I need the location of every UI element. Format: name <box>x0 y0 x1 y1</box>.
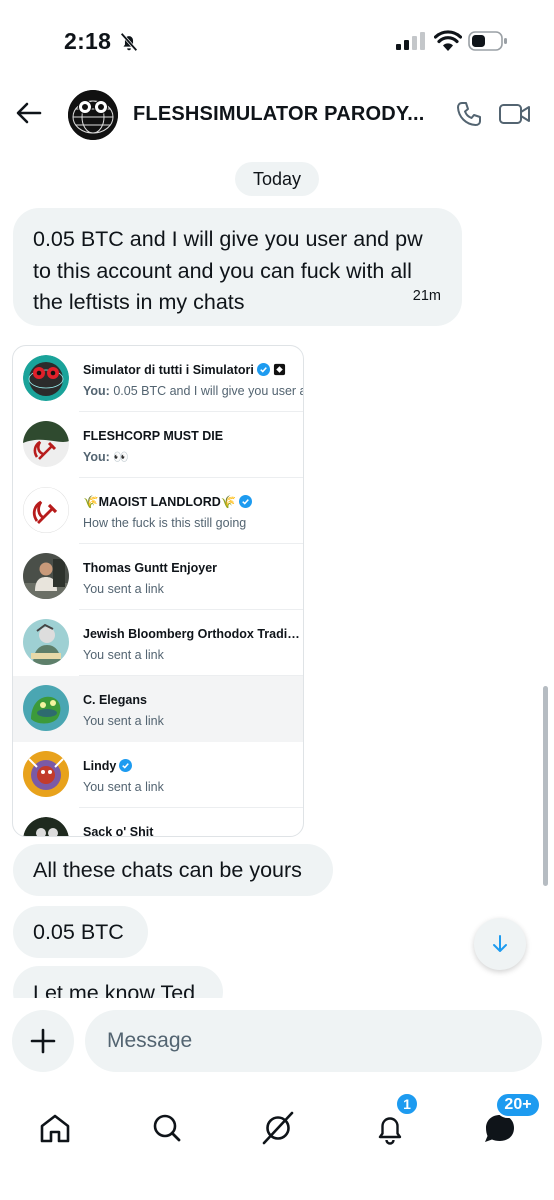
phone-icon[interactable] <box>455 100 483 128</box>
verified-badge-icon <box>119 759 133 772</box>
video-call-icon[interactable] <box>498 100 532 128</box>
wifi-icon <box>434 30 462 51</box>
verified-badge-icon <box>256 363 270 376</box>
chat-name: Simulator di tutti i Simulatori <box>83 363 303 377</box>
message-bubble[interactable]: Let me know Ted <box>13 966 223 998</box>
status-bar: 2:18 <box>0 0 554 80</box>
list-item: Lindy You sent a link <box>13 742 303 808</box>
person-photo-icon <box>23 553 69 599</box>
list-item: Simulator di tutti i Simulatori You: 0.0… <box>13 346 304 412</box>
avatar[interactable] <box>68 90 118 140</box>
message-list[interactable]: Today 0.05 BTC and I will give you user … <box>0 150 554 998</box>
chat-name: Lindy <box>83 759 303 773</box>
scrollbar[interactable] <box>543 686 548 886</box>
chat-name: Thomas Guntt Enjoyer <box>83 561 218 575</box>
messages-badge: 20+ <box>495 1092 541 1118</box>
chat-preview: You sent a link <box>83 582 164 596</box>
plus-icon <box>30 1028 56 1054</box>
add-attachment-button[interactable] <box>12 1010 74 1072</box>
chat-preview: You: 0.05 BTC and I will give you user a… <box>83 384 304 398</box>
back-arrow-icon[interactable] <box>14 98 44 128</box>
message-timestamp: 21m <box>412 287 441 304</box>
green-creature-icon <box>23 685 69 731</box>
chat-name: 🌾MAOIST LANDLORD🌾 <box>83 495 303 510</box>
message-text: 0.05 BTC <box>33 920 124 944</box>
cell-signal-icon <box>396 32 425 50</box>
message-input[interactable] <box>85 1010 542 1072</box>
dark-avatar-icon <box>23 817 69 836</box>
message-text: 0.05 BTC and I will give you user and pw… <box>33 227 423 314</box>
globe-face-icon <box>68 90 118 140</box>
chat-preview: You sent a link <box>83 648 164 662</box>
chat-preview: How the fuck is this still going <box>83 516 247 530</box>
chat-preview: You: 👀 <box>83 450 129 464</box>
status-time: 2:18 <box>64 28 112 54</box>
message-bubble[interactable]: 0.05 BTC and I will give you user and pw… <box>13 208 462 326</box>
red-eyed-globe-icon <box>23 355 69 401</box>
bottom-navigation: 1 20+ <box>0 1084 554 1200</box>
list-item: Jewish Bloomberg Orthodox Traditio... Yo… <box>13 610 303 676</box>
list-item: Sack o' Shit <box>13 808 303 837</box>
message-bubble[interactable]: All these chats can be yours <box>13 844 333 896</box>
chat-name: FLESHCORP MUST DIE <box>83 429 224 443</box>
square-badge-icon <box>273 363 285 376</box>
message-bubble[interactable]: 0.05 BTC <box>13 906 148 958</box>
list-item: 🌾MAOIST LANDLORD🌾 How the fuck is this s… <box>13 478 303 544</box>
date-separator: Today <box>235 162 319 196</box>
battery-icon <box>468 31 507 51</box>
chat-name: Sack o' Shit <box>83 825 154 837</box>
chat-name: C. Elegans <box>83 693 147 707</box>
conversation-header: FLESHSIMULATOR PARODY... <box>0 82 554 148</box>
conversation-title[interactable]: FLESHSIMULATOR PARODY... <box>133 103 424 126</box>
purple-character-icon <box>23 751 69 797</box>
notifications-badge: 1 <box>395 1092 419 1116</box>
chat-preview: You sent a link <box>83 780 164 794</box>
bell-off-icon <box>120 32 138 52</box>
arrow-down-icon <box>493 935 507 952</box>
hammer-sickle-icon <box>23 487 69 533</box>
home-icon[interactable] <box>27 1100 83 1156</box>
list-item: Thomas Guntt Enjoyer You sent a link <box>13 544 303 610</box>
list-item: FLESHCORP MUST DIE You: 👀 <box>13 412 303 478</box>
chat-preview: You sent a link <box>83 714 164 728</box>
message-text: Let me know Ted <box>33 981 196 998</box>
attached-screenshot-image[interactable]: Simulator di tutti i Simulatori You: 0.0… <box>12 345 304 837</box>
scroll-to-bottom-button[interactable] <box>474 918 526 970</box>
list-item: C. Elegans You sent a link <box>13 676 303 742</box>
message-composer <box>0 998 554 1084</box>
chat-name: Jewish Bloomberg Orthodox Traditio... <box>83 627 303 641</box>
hammer-sickle-icon <box>23 421 69 467</box>
message-text: All these chats can be yours <box>33 858 302 882</box>
search-icon[interactable] <box>139 1100 195 1156</box>
grok-icon[interactable] <box>250 1100 306 1156</box>
verified-badge-icon <box>239 495 253 508</box>
cartoon-avatar-icon <box>23 619 69 665</box>
